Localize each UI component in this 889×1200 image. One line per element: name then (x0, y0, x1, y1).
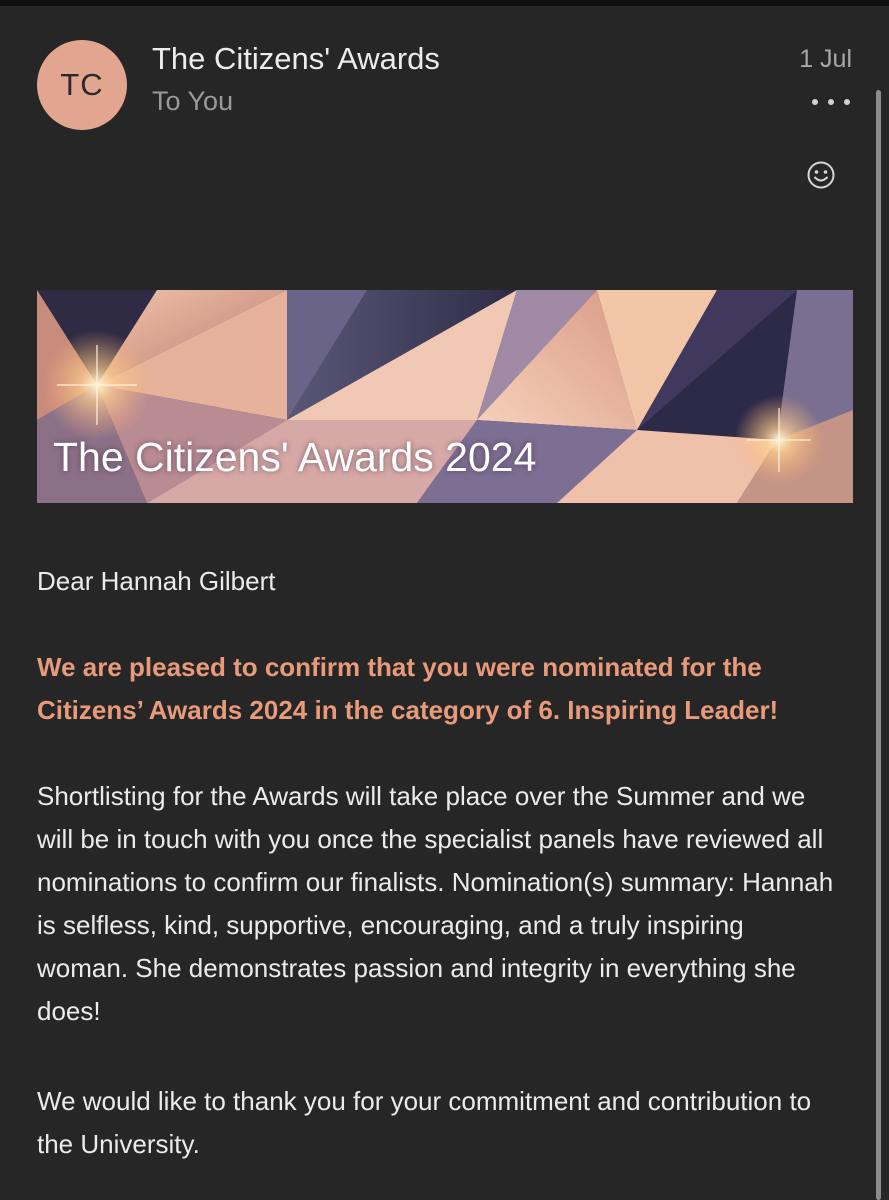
smiley-icon[interactable] (806, 160, 836, 190)
sender-name[interactable]: The Citizens' Awards (152, 41, 440, 77)
more-options-button[interactable] (812, 88, 850, 116)
recipient-line[interactable]: To You (152, 86, 233, 117)
scrollbar[interactable] (876, 90, 881, 1200)
nomination-details: Shortlisting for the Awards will take pl… (37, 781, 834, 1026)
email-view: TC The Citizens' Awards To You 1 Jul The… (0, 0, 889, 1200)
banner-title: The Citizens' Awards 2024 (53, 434, 537, 480)
avatar-initials: TC (60, 67, 104, 102)
sender-avatar[interactable]: TC (37, 40, 127, 130)
awards-banner-image: The Citizens' Awards 2024 (37, 290, 853, 503)
status-bar-edge (0, 0, 889, 6)
closing-thanks: We would like to thank you for your comm… (37, 1086, 812, 1159)
email-date: 1 Jul (799, 45, 852, 73)
nomination-announcement: We are pleased to confirm that you were … (37, 652, 779, 725)
email-greeting: Dear Hannah Gilbert (37, 566, 276, 596)
more-horizontal-icon (812, 99, 818, 105)
